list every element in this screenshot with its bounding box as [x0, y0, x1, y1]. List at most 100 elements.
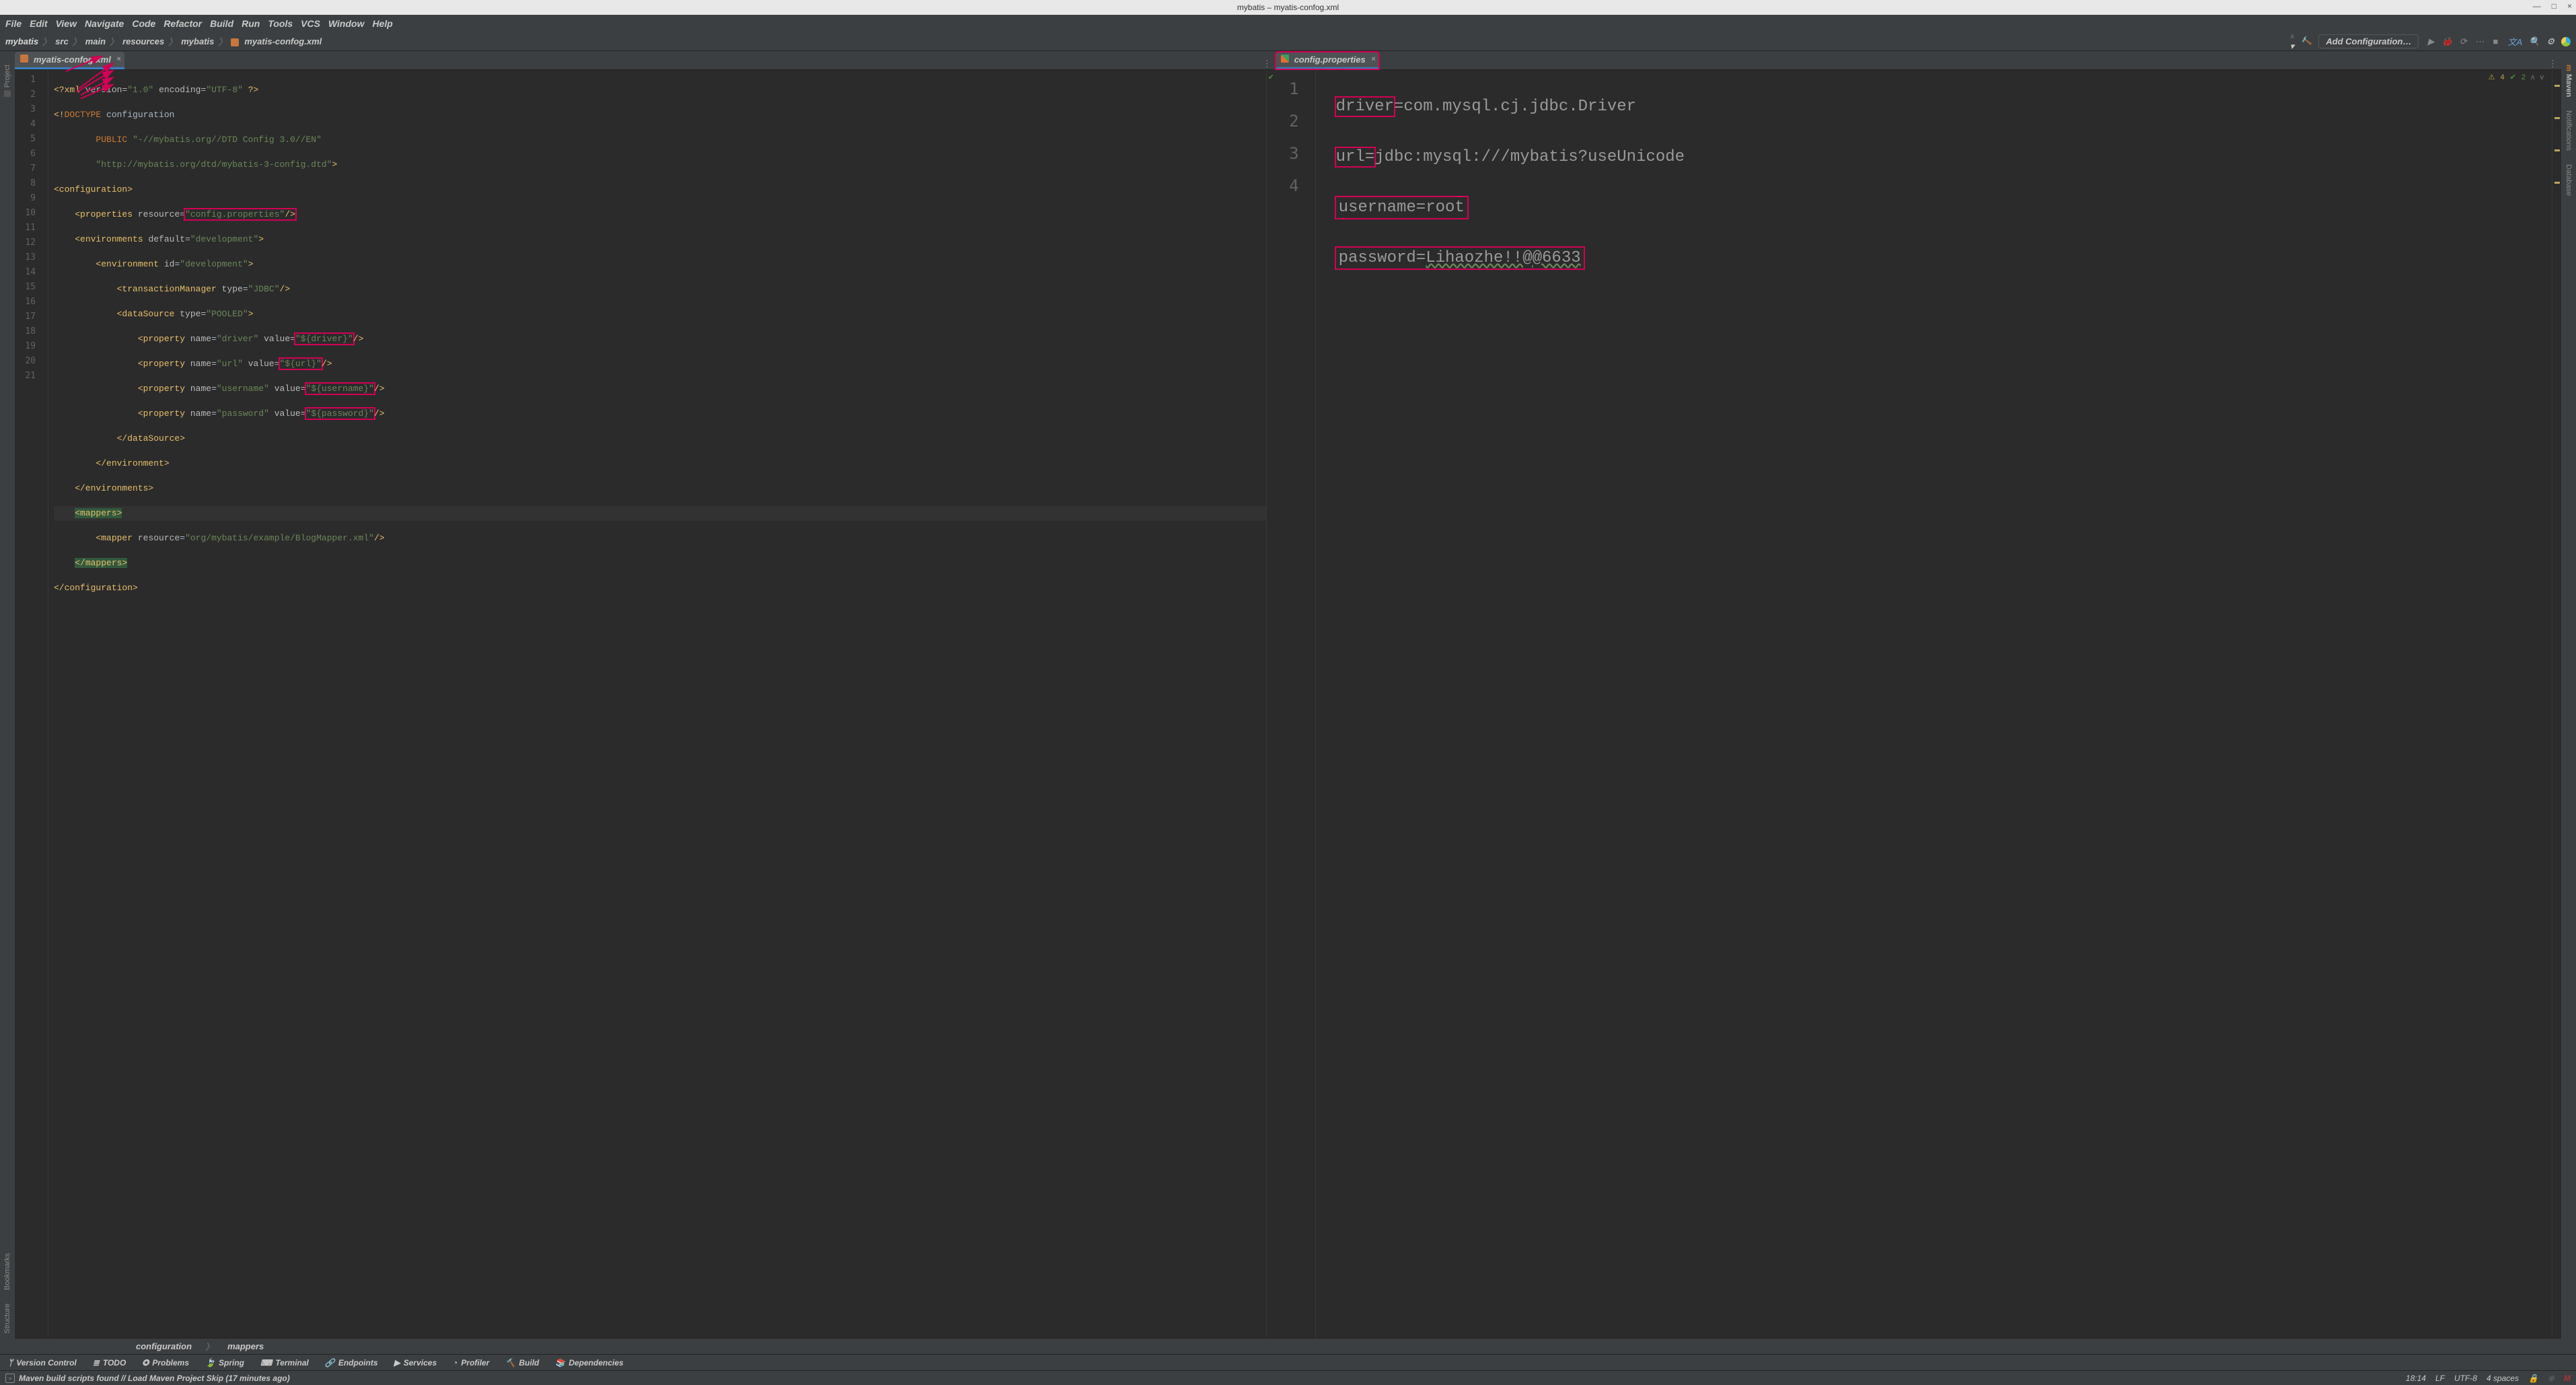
menu-run[interactable]: Run [242, 18, 260, 29]
left-tab-row: myatis-confog.xml × ⋮ [15, 51, 1276, 70]
menu-view[interactable]: View [56, 18, 77, 29]
xml-file-icon [20, 55, 30, 65]
tool-terminal[interactable]: ⌨Terminal [260, 1358, 309, 1368]
tool-build[interactable]: 🔨Build [505, 1358, 539, 1368]
breadcrumb[interactable]: mybatis〉 src〉 main〉 resources〉 mybatis〉 … [5, 35, 322, 48]
tab-config-properties[interactable]: config.properties × [1276, 52, 1379, 69]
tool-maven[interactable]: mMaven [2565, 65, 2573, 97]
breadcrumb-mybatis[interactable]: mybatis [181, 36, 214, 46]
tool-bookmarks[interactable]: Bookmarks [3, 1253, 11, 1290]
tool-database[interactable]: Database [2565, 164, 2573, 196]
tab-label: config.properties [1294, 55, 1366, 65]
spring-icon: 🍃 [205, 1358, 215, 1368]
main-menu: File Edit View Navigate Code Refactor Bu… [0, 15, 2576, 32]
minimize-button[interactable]: — [2533, 1, 2541, 11]
tool-structure[interactable]: Structure [3, 1304, 11, 1334]
status-bar: ▫ Maven build scripts found // Load Mave… [0, 1370, 2576, 1385]
status-indent[interactable]: 4 spaces [2487, 1374, 2519, 1383]
breadcrumb-src[interactable]: src [55, 36, 69, 46]
tool-endpoints[interactable]: 🔗Endpoints [325, 1358, 378, 1368]
memory-indicator-icon[interactable]: ⊕ [2548, 1374, 2554, 1383]
menu-build[interactable]: Build [210, 18, 233, 29]
menu-refactor[interactable]: Refactor [163, 18, 202, 29]
os-titlebar: mybatis – myatis-confog.xml — □ × [0, 0, 2576, 15]
status-message[interactable]: Maven build scripts found // Load Maven … [19, 1374, 290, 1383]
settings-gear-icon[interactable]: ⚙ [2546, 36, 2554, 47]
breadcrumb-project[interactable]: mybatis [5, 36, 38, 46]
tool-window-quick-access-icon[interactable]: ▫ [5, 1374, 15, 1383]
close-window-button[interactable]: × [2567, 1, 2572, 11]
tool-notifications[interactable]: Notifications [2565, 110, 2573, 151]
tool-problems[interactable]: ✪Problems [142, 1358, 189, 1368]
left-editor-body[interactable]: 1 2 3 4 5 6 7 8 9 10 11 12 13 14 15 16 1 [15, 70, 1276, 1338]
right-tab-row: config.properties × ⋮ [1276, 51, 2561, 70]
build-icon[interactable]: 🔨 [2299, 34, 2314, 48]
breadcrumb-main[interactable]: main [85, 36, 106, 46]
menu-help[interactable]: Help [372, 18, 392, 29]
work-area: Project Bookmarks Structure myatis-confo… [0, 51, 2576, 1354]
maximize-button[interactable]: □ [2552, 1, 2556, 11]
tool-project[interactable]: Project [3, 65, 11, 97]
xml-file-icon [231, 36, 242, 46]
translate-icon[interactable]: 文A [2507, 35, 2522, 48]
bottom-tool-bar: ᛘVersion Control ≣TODO ✪Problems 🍃Spring… [0, 1354, 2576, 1370]
services-icon: ▶ [394, 1358, 400, 1368]
menu-navigate[interactable]: Navigate [85, 18, 124, 29]
status-encoding[interactable]: UTF-8 [2454, 1374, 2477, 1383]
tool-profiler[interactable]: ◔Profiler [453, 1358, 489, 1368]
problems-icon: ✪ [142, 1358, 149, 1368]
terminal-icon: ⌨ [260, 1358, 272, 1368]
folder-icon [4, 90, 11, 97]
status-time: 18:14 [2406, 1374, 2426, 1383]
editor-breadcrumb: configuration 〉 mappers [15, 1338, 1276, 1354]
right-editor-pane: config.properties × ⋮ ⚠ 4 ✔ 2 ʌ v 1 2 3 [1276, 51, 2561, 1354]
menu-vcs[interactable]: VCS [301, 18, 320, 29]
crumb-configuration[interactable]: configuration [136, 1341, 192, 1351]
tool-version-control[interactable]: ᛘVersion Control [8, 1358, 77, 1368]
tool-spring[interactable]: 🍃Spring [205, 1358, 244, 1368]
close-tab-icon[interactable]: × [1371, 55, 1375, 63]
readonly-lock-icon[interactable]: 🔒 [2528, 1374, 2538, 1383]
menu-code[interactable]: Code [132, 18, 155, 29]
coverage-icon[interactable]: ⟳ [2458, 36, 2468, 47]
profiler-icon: ◔ [453, 1358, 457, 1368]
tab-xml-config[interactable]: myatis-confog.xml × [15, 52, 124, 69]
left-code[interactable]: <?xml version="1.0" encoding="UTF-8" ?> … [48, 70, 1266, 1338]
tab-options-icon[interactable]: ⋮ [1263, 59, 1272, 69]
menu-edit[interactable]: Edit [30, 18, 47, 29]
left-editor-pane: myatis-confog.xml × ⋮ 1 2 3 4 5 6 7 8 9 … [15, 51, 1276, 1354]
menu-tools[interactable]: Tools [268, 18, 293, 29]
left-tool-stripe: Project Bookmarks Structure [0, 51, 15, 1354]
crumb-mappers[interactable]: mappers [227, 1341, 264, 1351]
right-markers [2552, 70, 2561, 1338]
breadcrumb-file[interactable]: myatis-confog.xml [244, 36, 322, 46]
left-gutter: 1 2 3 4 5 6 7 8 9 10 11 12 13 14 15 16 1 [15, 70, 48, 1338]
right-code[interactable]: driver=com.mysql.cj.jdbc.Driver url=jdbc… [1316, 70, 2552, 1338]
tool-services[interactable]: ▶Services [394, 1358, 437, 1368]
todo-icon: ≣ [93, 1358, 100, 1368]
status-line-ending[interactable]: LF [2435, 1374, 2445, 1383]
profile-icon[interactable]: ⋯ [2474, 36, 2485, 47]
tool-todo[interactable]: ≣TODO [93, 1358, 126, 1368]
add-configuration-button[interactable]: Add Configuration… [2318, 34, 2419, 48]
menu-file[interactable]: File [5, 18, 22, 29]
endpoints-icon: 🔗 [325, 1358, 335, 1368]
tab-options-icon[interactable]: ⋮ [2548, 59, 2557, 69]
search-icon[interactable]: 🔍 [2529, 36, 2540, 47]
services-tricolor-icon[interactable] [2561, 37, 2571, 46]
debug-icon[interactable]: 🐞 [2441, 36, 2452, 47]
right-editor-crumb [1276, 1338, 2561, 1354]
tool-dependencies[interactable]: 📚Dependencies [555, 1358, 623, 1368]
tab-label: myatis-confog.xml [34, 55, 111, 65]
breadcrumb-resources[interactable]: resources [122, 36, 164, 46]
close-tab-icon[interactable]: × [116, 55, 120, 63]
run-icon[interactable]: ▶ [2425, 36, 2436, 47]
ide-status-icon[interactable]: M [2564, 1374, 2571, 1383]
right-editor-body[interactable]: ⚠ 4 ✔ 2 ʌ v 1 2 3 4 driver=com.mysql.cj.… [1276, 70, 2561, 1338]
right-gutter: 1 2 3 4 [1276, 70, 1316, 1338]
menu-window[interactable]: Window [328, 18, 365, 29]
right-tool-stripe: mMaven Notifications Database [2561, 51, 2576, 1354]
properties-file-icon [1281, 55, 1290, 65]
user-icon[interactable]: ▾ [2290, 31, 2295, 52]
stop-icon[interactable]: ■ [2490, 36, 2501, 47]
